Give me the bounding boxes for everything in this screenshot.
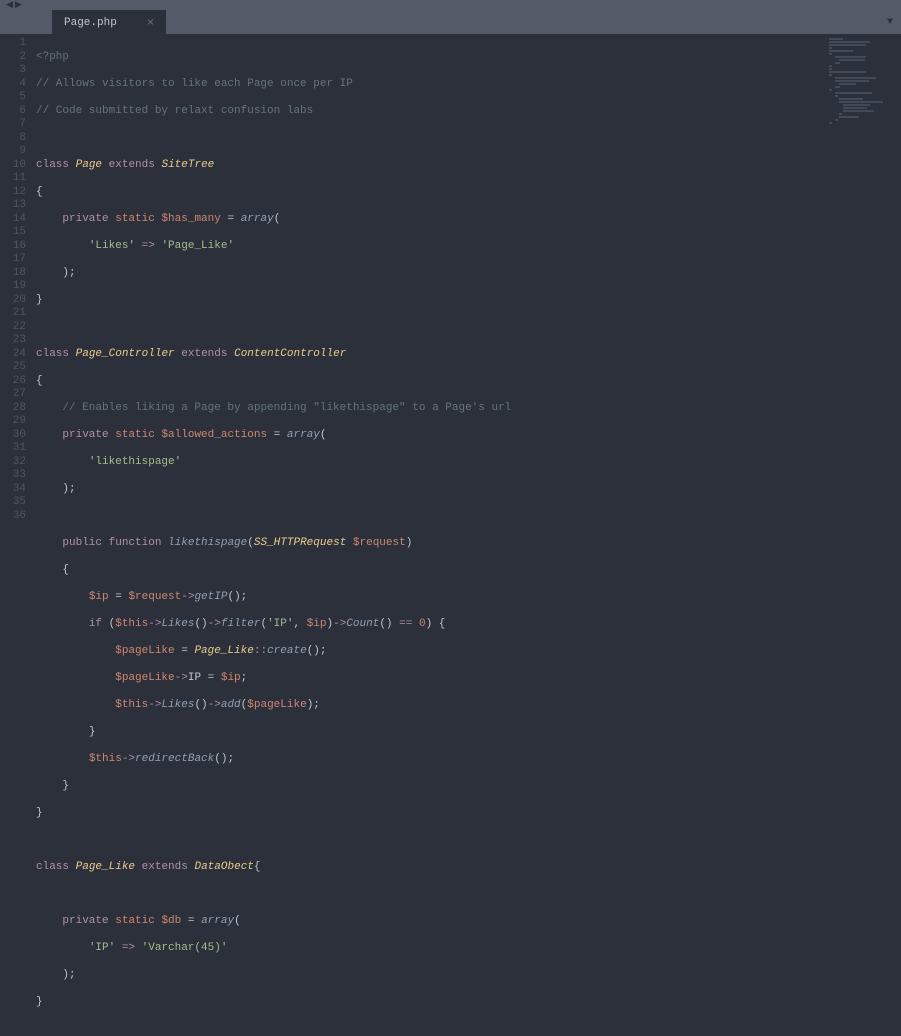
line-number: 1 (0, 37, 26, 51)
line-number: 28 (0, 402, 26, 416)
line-number: 30 (0, 429, 26, 443)
line-number: 26 (0, 375, 26, 389)
line-number: 9 (0, 145, 26, 159)
line-number: 20 (0, 294, 26, 308)
line-number: 35 (0, 496, 26, 510)
line-number: 4 (0, 78, 26, 92)
line-number: 29 (0, 415, 26, 429)
tab-rest: ▼ (166, 10, 901, 34)
close-icon[interactable]: × (147, 16, 154, 30)
line-number: 13 (0, 199, 26, 213)
line-number: 18 (0, 267, 26, 281)
line-number: 2 (0, 51, 26, 65)
line-number: 17 (0, 253, 26, 267)
tab-spacer (0, 10, 52, 34)
line-number: 12 (0, 186, 26, 200)
line-number: 25 (0, 361, 26, 375)
gutter: 1234567891011121314151617181920212223242… (0, 34, 36, 522)
code-area[interactable]: <?php // Allows visitors to like each Pa… (36, 34, 901, 522)
line-number: 14 (0, 213, 26, 227)
line-number: 10 (0, 159, 26, 173)
line-number: 16 (0, 240, 26, 254)
line-number: 3 (0, 64, 26, 78)
tab-bar: Page.php × ▼ (0, 10, 901, 34)
code-token: <?php (36, 51, 69, 63)
code-comment: // Code submitted by relaxt confusion la… (36, 105, 313, 117)
line-number: 24 (0, 348, 26, 362)
line-number: 32 (0, 456, 26, 470)
code-comment: // Allows visitors to like each Page onc… (36, 78, 353, 90)
line-number: 6 (0, 105, 26, 119)
line-number: 36 (0, 510, 26, 524)
line-number: 15 (0, 226, 26, 240)
nav-back-icon[interactable]: ◀ (6, 0, 13, 10)
line-number: 5 (0, 91, 26, 105)
line-number: 33 (0, 469, 26, 483)
nav-forward-icon[interactable]: ▶ (15, 0, 22, 10)
top-bar: ◀ ▶ (0, 0, 901, 10)
line-number: 19 (0, 280, 26, 294)
line-number: 31 (0, 442, 26, 456)
line-number: 21 (0, 307, 26, 321)
line-number: 27 (0, 388, 26, 402)
editor: 1234567891011121314151617181920212223242… (0, 34, 901, 522)
line-number: 7 (0, 118, 26, 132)
nav-arrows: ◀ ▶ (6, 0, 22, 10)
tab-page-php[interactable]: Page.php × (52, 10, 166, 34)
line-number: 22 (0, 321, 26, 335)
tab-filename: Page.php (64, 17, 117, 29)
line-number: 23 (0, 334, 26, 348)
line-number: 11 (0, 172, 26, 186)
dropdown-icon[interactable]: ▼ (887, 17, 893, 28)
line-number: 8 (0, 132, 26, 146)
line-number: 34 (0, 483, 26, 497)
